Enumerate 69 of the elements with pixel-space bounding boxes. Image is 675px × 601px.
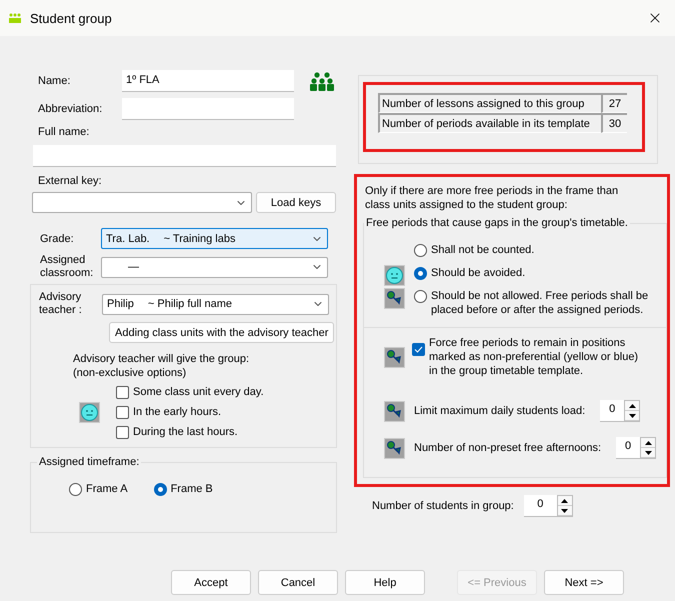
force-free-periods-checkbox[interactable]: Force free periods to remain in positions marked as non-preferential (yellow or blue) in the group timetable template.	[412, 336, 644, 378]
up-arrow-icon	[644, 440, 652, 444]
dialog-button[interactable]: Accept	[171, 570, 251, 595]
field-label: External key:	[37, 174, 103, 188]
description-text: Only if there are more free periods in the frame than	[365, 184, 620, 198]
spin-up-button[interactable]	[558, 496, 572, 506]
table-cell: 30	[601, 113, 627, 133]
gap-rule-radio[interactable]: Should be avoided.	[414, 266, 649, 280]
description-text: (non-exclusive options)	[73, 366, 188, 380]
pushpin-icon	[384, 438, 405, 458]
option-checkbox[interactable]: During the last hours.	[116, 425, 264, 439]
down-arrow-icon	[561, 508, 568, 512]
number-field[interactable]: 0	[600, 400, 624, 422]
spin-down-button[interactable]	[558, 506, 572, 516]
classroom-dropdown[interactable]: —	[101, 256, 328, 278]
timeframe-radio[interactable]: Frame B	[154, 482, 213, 496]
down-arrow-icon	[644, 450, 652, 454]
table-cell: Number of periods available in its template	[378, 113, 601, 133]
number-field[interactable]: 0	[616, 437, 640, 459]
checkbox[interactable]	[116, 386, 129, 399]
full-name-field[interactable]	[33, 145, 336, 167]
field-label: Limit maximum daily students load:	[414, 404, 586, 418]
field-label: Abbreviation:	[37, 102, 104, 116]
dialog-button[interactable]: Help	[345, 570, 425, 595]
grade-dropdown[interactable]: Tra. Lab. ~ Training labs	[101, 228, 328, 249]
field-label: Full name:	[37, 125, 90, 139]
field-label: Assigned classroom:	[39, 254, 94, 280]
checkbox[interactable]	[116, 406, 129, 419]
option-checkbox[interactable]: In the early hours.	[116, 405, 264, 419]
people-group-icon	[310, 72, 334, 90]
option-checkbox[interactable]: Some class unit every day.	[116, 385, 264, 399]
up-arrow-icon	[628, 404, 636, 408]
checkbox[interactable]	[116, 426, 129, 439]
dialog-button[interactable]: Cancel	[258, 570, 338, 595]
gap-rule-radio[interactable]: Shall not be counted.	[414, 243, 649, 257]
description-text: class units assigned to the student group:	[365, 198, 568, 212]
adding-class-units-button[interactable]: Adding class units with the advisory teacher	[109, 322, 334, 343]
field-label: Number of students in group:	[372, 499, 514, 513]
down-arrow-icon	[628, 414, 636, 418]
gap-rule-radio[interactable]: Should be not allowed. Free periods shall be placed before or after the assigned periods.	[414, 289, 649, 317]
description-text: Advisory teacher will give the group:	[73, 352, 250, 366]
checkbox[interactable]	[412, 343, 425, 356]
group-legend: Free periods that cause gaps in the group's timetable.	[364, 217, 630, 229]
timeframe-radio[interactable]: Frame A	[69, 482, 128, 496]
spin-up-button[interactable]	[641, 438, 656, 448]
pushpin-icon	[384, 288, 405, 309]
field-label: Advisory teacher :	[39, 291, 83, 317]
group-icon	[8, 13, 22, 23]
up-arrow-icon	[561, 498, 568, 502]
spin-up-button[interactable]	[625, 401, 640, 411]
advisory-teacher-dropdown[interactable]: Philip ~ Philip full name	[102, 294, 329, 314]
spin-down-button[interactable]	[641, 448, 656, 458]
spin-down-button[interactable]	[625, 411, 640, 421]
load-keys-button[interactable]: Load keys	[256, 192, 336, 213]
window-title: Student group	[30, 10, 113, 26]
name-field[interactable]: 1º FLA	[122, 70, 294, 92]
smiley-icon	[79, 402, 100, 422]
group-legend: Assigned timeframe:	[37, 456, 142, 468]
smiley-icon	[384, 265, 405, 286]
table-cell: Number of lessons assigned to this group	[378, 93, 601, 113]
number-field[interactable]: 0	[524, 495, 557, 517]
pushpin-icon	[384, 400, 405, 422]
pushpin-icon	[384, 346, 405, 368]
abbreviation-field[interactable]	[122, 98, 294, 120]
field-label: Number of non-preset free afternoons:	[414, 441, 602, 455]
table-cell: 27	[601, 93, 627, 113]
field-label: Name:	[37, 74, 72, 88]
dialog-button[interactable]: Next =>	[544, 570, 624, 595]
field-label: Grade:	[39, 232, 75, 246]
